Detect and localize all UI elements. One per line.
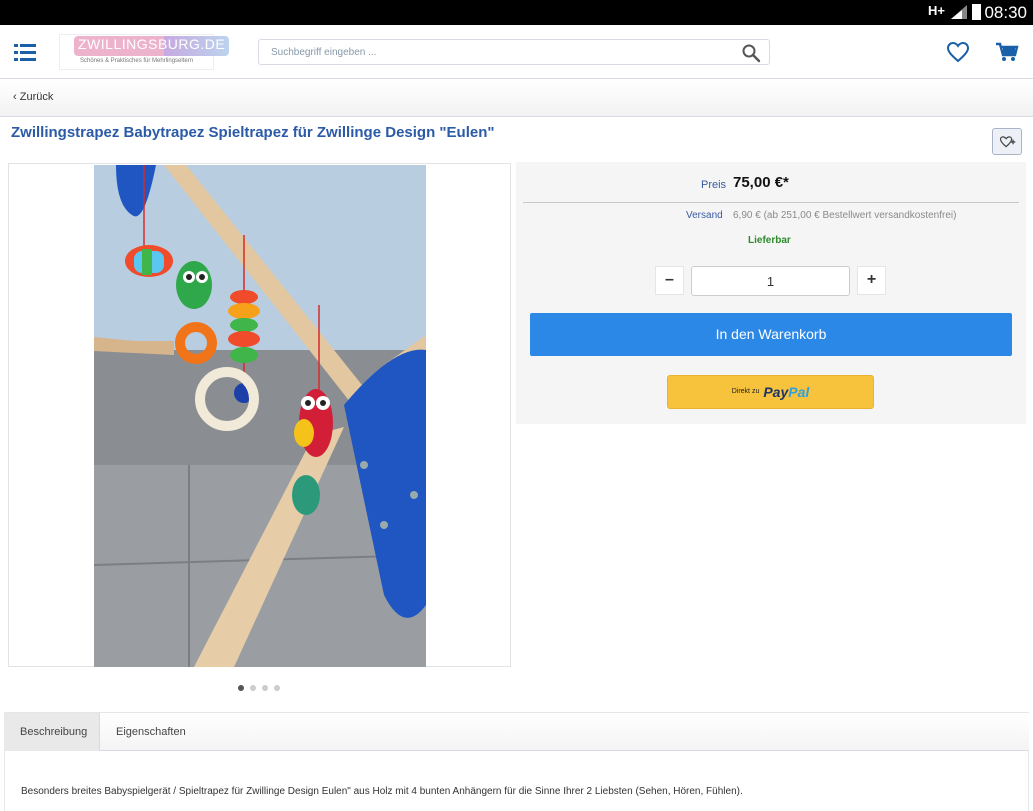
price-value: 75,00 €* [733,174,789,191]
tab-eigenschaften[interactable]: Eigenschaften [100,713,202,751]
quantity-increase-button[interactable]: + [857,266,886,295]
paypal-logo-pal: Pal [788,384,810,400]
back-link[interactable]: ‹ Zurück [13,91,53,103]
availability-status: Lieferbar [748,235,791,246]
search-icon[interactable] [741,43,761,63]
add-to-notepad-button[interactable] [992,128,1022,155]
pagination-dot[interactable] [250,685,256,691]
product-title: Zwillingstrapez Babytrapez Spieltrapez f… [11,124,495,141]
back-label: Zurück [19,91,54,103]
battery-icon [972,4,981,20]
tab-content: Besonders breites Babyspielgerät / Spiel… [4,751,1029,811]
divider [523,202,1019,203]
product-image-slider[interactable] [8,163,511,667]
pagination-dot[interactable] [274,685,280,691]
shipping-info: 6,90 € (ab 251,00 € Bestellwert versandk… [733,210,957,221]
shipping-label: Versand [686,210,723,221]
paypal-express-button[interactable]: Direkt zu PayPal [667,375,874,409]
shop-logo[interactable]: ZWILLINGSBURG.DE Schönes & Praktisches f… [59,34,230,70]
image-pagination [238,678,286,696]
site-header: ZWILLINGSBURG.DE Schönes & Praktisches f… [0,25,1033,79]
signal-icon [951,5,967,19]
heart-icon[interactable] [946,41,970,63]
detail-tabs: Beschreibung Eigenschaften [4,712,1029,751]
heart-plus-icon [999,136,1016,148]
clock: 08:30 [984,3,1027,22]
paypal-logo-pay: Pay [763,384,789,400]
network-indicator: H+ [928,3,945,18]
price-label: Preis [701,179,727,191]
paypal-prefix: Direkt zu [731,388,760,395]
search-bar [258,39,770,65]
pagination-dot[interactable] [238,685,244,691]
tab-beschreibung[interactable]: Beschreibung [4,713,100,751]
quantity-input[interactable] [691,266,850,296]
chevron-left-icon: ‹ [13,91,20,103]
product-description: Besonders breites Babyspielgerät / Spiel… [21,786,743,797]
logo-wordmark: ZWILLINGSBURG.DE [74,36,230,56]
quantity-decrease-button[interactable]: – [655,266,684,295]
status-bar: H+ 08:30 [0,0,1033,25]
cart-icon[interactable] [995,41,1019,63]
buy-box: Preis 75,00 €* Versand 6,90 € (ab 251,00… [516,162,1026,424]
add-to-cart-button[interactable]: In den Warenkorb [530,313,1012,356]
pagination-dot[interactable] [262,685,268,691]
logo-tagline: Schönes & Praktisches für Mehrlingselter… [80,58,194,64]
product-image [94,165,426,667]
menu-icon[interactable] [14,42,36,62]
breadcrumb-bar: ‹ Zurück [0,79,1033,117]
search-input[interactable] [259,40,729,64]
